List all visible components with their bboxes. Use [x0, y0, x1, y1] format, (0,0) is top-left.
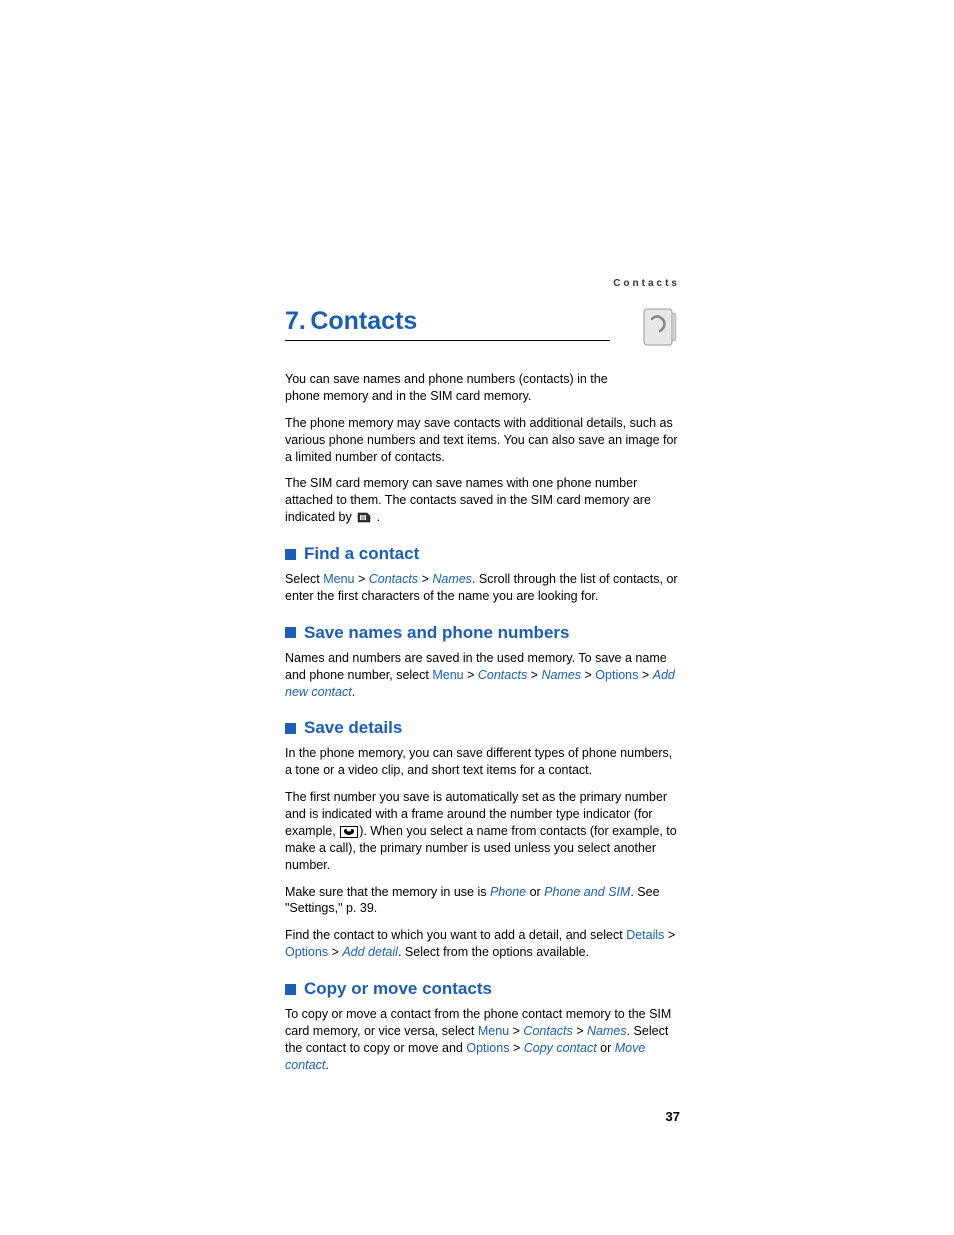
separator: >	[638, 668, 652, 682]
menu-path-contacts: Contacts	[369, 572, 418, 586]
text: Select	[285, 572, 323, 586]
separator: >	[328, 945, 342, 959]
section-title-text: Save names and phone numbers	[304, 623, 569, 643]
paragraph: To copy or move a contact from the phone…	[285, 1006, 680, 1074]
text: The SIM card memory can save names with …	[285, 476, 651, 524]
section-title: Copy or move contacts	[285, 979, 680, 999]
section-save-names: Save names and phone numbers Names and n…	[285, 623, 680, 701]
section-title-text: Save details	[304, 718, 402, 738]
separator: >	[581, 668, 595, 682]
chapter-number: 7.	[285, 307, 306, 335]
separator: >	[527, 668, 541, 682]
text: . Select from the options available.	[398, 945, 589, 959]
section-title: Find a contact	[285, 544, 680, 564]
bullet-icon	[285, 723, 296, 734]
option-phone: Phone	[490, 885, 526, 899]
option-phone-sim: Phone and SIM	[544, 885, 630, 899]
text: or	[526, 885, 544, 899]
menu-path-contacts: Contacts	[478, 668, 527, 682]
menu-path-menu: Menu	[432, 668, 463, 682]
menu-path-options: Options	[285, 945, 328, 959]
separator: >	[573, 1024, 587, 1038]
intro-paragraph-1: You can save names and phone numbers (co…	[285, 371, 625, 405]
section-title: Save details	[285, 718, 680, 738]
bullet-icon	[285, 627, 296, 638]
menu-path-names: Names	[541, 668, 581, 682]
text: .	[377, 510, 380, 524]
menu-path-options: Options	[466, 1041, 509, 1055]
separator: >	[509, 1024, 523, 1038]
intro-paragraph-3: The SIM card memory can save names with …	[285, 475, 680, 526]
section-title: Save names and phone numbers	[285, 623, 680, 643]
running-header: Contacts	[285, 278, 680, 289]
menu-path-menu: Menu	[478, 1024, 509, 1038]
separator: >	[355, 572, 369, 586]
menu-path-names: Names	[587, 1024, 627, 1038]
section-title-text: Find a contact	[304, 544, 419, 564]
bullet-icon	[285, 984, 296, 995]
menu-path-names: Names	[432, 572, 472, 586]
menu-path-copy-contact: Copy contact	[524, 1041, 597, 1055]
paragraph: Select Menu > Contacts > Names. Scroll t…	[285, 571, 680, 605]
menu-path-add-detail: Add detail	[342, 945, 398, 959]
paragraph: The first number you save is automatical…	[285, 789, 680, 873]
bullet-icon	[285, 549, 296, 560]
menu-path-contacts: Contacts	[523, 1024, 572, 1038]
text: .	[325, 1058, 328, 1072]
menu-path-options: Options	[595, 668, 638, 682]
separator: >	[464, 668, 478, 682]
paragraph: Find the contact to which you want to ad…	[285, 927, 680, 961]
section-find-contact: Find a contact Select Menu > Contacts > …	[285, 544, 680, 605]
section-save-details: Save details In the phone memory, you ca…	[285, 718, 680, 961]
menu-path-details: Details	[626, 928, 664, 942]
paragraph: In the phone memory, you can save differ…	[285, 745, 680, 779]
sim-card-icon	[357, 512, 371, 523]
page-number: 37	[666, 1109, 680, 1124]
section-copy-move: Copy or move contacts To copy or move a …	[285, 979, 680, 1074]
phone-type-icon	[340, 826, 358, 838]
menu-path-menu: Menu	[323, 572, 354, 586]
paragraph: Names and numbers are saved in the used …	[285, 650, 680, 701]
intro-paragraph-2: The phone memory may save contacts with …	[285, 415, 680, 466]
paragraph: Make sure that the memory in use is Phon…	[285, 884, 680, 918]
separator: >	[418, 572, 432, 586]
section-title-text: Copy or move contacts	[304, 979, 492, 999]
chapter-title-text: Contacts	[310, 307, 417, 335]
contacts-chapter-icon	[640, 307, 680, 347]
separator: >	[664, 928, 675, 942]
text: Make sure that the memory in use is	[285, 885, 490, 899]
text: Find the contact to which you want to ad…	[285, 928, 626, 942]
chapter-header: 7. Contacts	[285, 307, 680, 347]
text: or	[597, 1041, 615, 1055]
separator: >	[513, 1041, 524, 1055]
text: .	[352, 685, 355, 699]
